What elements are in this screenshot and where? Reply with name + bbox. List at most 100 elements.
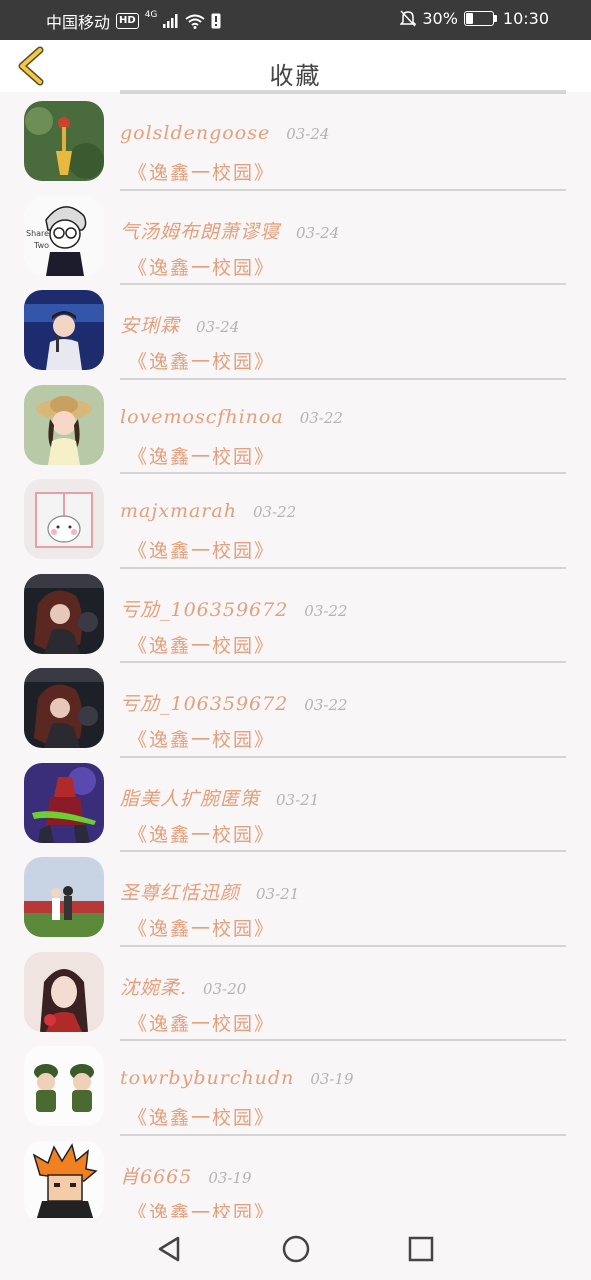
favorite-date: 03-19 [310, 1070, 354, 1088]
avatar[interactable] [24, 951, 104, 1032]
list-item[interactable]: 安琍霖 03-24 《逸鑫一校园》 [0, 285, 591, 380]
system-nav-bar [0, 1218, 591, 1280]
avatar-image [24, 573, 104, 654]
avatar-image [24, 1140, 104, 1218]
list-item[interactable]: 亏劢_106359672 03-22 《逸鑫一校园》 [0, 663, 591, 758]
favorite-title[interactable]: 《逸鑫一校园》 [128, 631, 275, 658]
favorite-title[interactable]: 《逸鑫一校园》 [128, 347, 275, 374]
favorite-title[interactable]: 《逸鑫一校园》 [128, 725, 275, 752]
battery-body [463, 11, 494, 26]
avatar-image [24, 1046, 104, 1126]
favorite-title[interactable]: 《逸鑫一校园》 [128, 820, 275, 847]
list-item[interactable]: 肖6665 03-19 《逸鑫一校园》 [0, 1136, 591, 1219]
user-name: 气汤姆布朗萧谬寝 [120, 220, 281, 243]
name-line: 脂美人扩腕匿策 03-21 [120, 784, 319, 811]
name-line: 亏劢_106359672 03-22 [120, 595, 348, 622]
list-item-text: golsldengoose 03-24 《逸鑫一校园》 [120, 96, 566, 191]
avatar[interactable] [24, 573, 104, 654]
list-item-partial[interactable] [0, 92, 591, 94]
list-item-text: 亏劢_106359672 03-22 《逸鑫一校园》 [120, 569, 566, 663]
list-item[interactable]: majxmarah 03-22 《逸鑫一校园》 [0, 474, 591, 569]
user-name: 脂美人扩腕匿策 [120, 787, 261, 810]
avatar[interactable] [24, 857, 104, 937]
name-line: 肖6665 03-19 [120, 1162, 252, 1189]
list-item-text: 气汤姆布朗萧谬寝 03-24 《逸鑫一校园》 [120, 191, 566, 285]
list-item-text: lovemoscfhinoa 03-22 《逸鑫一校园》 [120, 380, 566, 474]
favorite-title[interactable]: 《逸鑫一校园》 [128, 442, 275, 469]
list-item[interactable]: 圣尊红恬迅颜 03-21 《逸鑫一校园》 [0, 852, 591, 947]
clock: 10:30 [502, 9, 549, 28]
list-item-text: 肖6665 03-19 《逸鑫一校园》 [120, 1136, 566, 1219]
nav-home-button[interactable] [281, 1234, 311, 1264]
list-item[interactable]: towrbyburchudn 03-19 《逸鑫一校园》 [0, 1041, 591, 1136]
favorite-title[interactable]: 《逸鑫一校园》 [128, 536, 275, 563]
favorite-date: 03-22 [304, 696, 348, 714]
favorite-title[interactable]: 《逸鑫一校园》 [128, 158, 275, 185]
list-item-text: 脂美人扩腕匿策 03-21 《逸鑫一校园》 [120, 758, 566, 852]
avatar[interactable] [24, 384, 104, 465]
page-title: 收藏 [269, 62, 322, 90]
favorites-list[interactable]: golsldengoose 03-24 《逸鑫一校园》 Share Two 气汤姆布朗萧谬… [0, 92, 591, 1218]
battery-percent: 30% [422, 9, 458, 28]
carrier-label: 中国移动 [46, 13, 111, 32]
avatar[interactable] [24, 668, 104, 748]
list-item[interactable]: Share Two 气汤姆布朗萧谬寝 03-24 《逸鑫一校园》 [0, 191, 591, 285]
avatar[interactable] [24, 1046, 104, 1126]
avatar-image [24, 951, 104, 1032]
avatar-image [24, 290, 104, 370]
favorite-title[interactable]: 《逸鑫一校园》 [128, 1009, 275, 1036]
user-name: golsldengoose [120, 122, 271, 144]
favorite-title[interactable]: 《逸鑫一校园》 [128, 1198, 275, 1219]
list-item[interactable]: 亏劢_106359672 03-22 《逸鑫一校园》 [0, 569, 591, 663]
hd-badge-icon: HD [116, 13, 139, 29]
list-item-text: 安琍霖 03-24 《逸鑫一校园》 [120, 285, 566, 380]
wifi-icon [185, 14, 206, 29]
name-line: 圣尊红恬迅颜 03-21 [120, 878, 299, 905]
battery-fill [465, 13, 473, 24]
list-item[interactable]: lovemoscfhinoa 03-22 《逸鑫一校园》 [0, 380, 591, 474]
recents-square-icon [408, 1236, 434, 1262]
user-name: 肖6665 [120, 1165, 193, 1188]
avatar[interactable]: Share Two [24, 195, 104, 276]
name-line: lovemoscfhinoa 03-22 [120, 406, 343, 428]
user-name: majxmarah [120, 500, 237, 522]
list-item[interactable]: 脂美人扩腕匿策 03-21 《逸鑫一校园》 [0, 758, 591, 852]
avatar-image [24, 668, 104, 748]
user-name: 亏劢_106359672 [120, 693, 289, 715]
nav-recents-button[interactable] [406, 1234, 436, 1264]
avatar[interactable] [24, 1140, 104, 1218]
avatar[interactable] [24, 762, 104, 843]
user-name: 圣尊红恬迅颜 [120, 882, 241, 904]
svg-text:Two: Two [33, 241, 49, 250]
app-header: 收藏 [0, 40, 591, 92]
favorite-date: 03-24 [296, 223, 340, 242]
avatar[interactable] [24, 479, 104, 559]
nav-back-button[interactable] [154, 1234, 184, 1264]
list-item[interactable]: golsldengoose 03-24 《逸鑫一校园》 [0, 96, 591, 191]
list-item[interactable]: 沈婉柔. 03-20 《逸鑫一校园》 [0, 947, 591, 1041]
favorite-title[interactable]: 《逸鑫一校园》 [128, 1103, 275, 1130]
user-name: 沈婉柔. [120, 976, 188, 999]
favorite-title[interactable]: 《逸鑫一校园》 [128, 914, 275, 941]
battery-icon [463, 11, 497, 26]
favorite-date: 03-24 [196, 318, 240, 336]
user-name: 亏劢_106359672 [120, 598, 289, 621]
avatar-image [24, 101, 104, 181]
status-bar: 中国移动 HD 4G 30% 10:30 [0, 0, 591, 40]
svg-text:Share: Share [26, 229, 49, 238]
avatar-image: Share Two [24, 195, 104, 276]
favorite-date: 03-19 [208, 1168, 252, 1187]
list-item-text: 圣尊红恬迅颜 03-21 《逸鑫一校园》 [120, 852, 566, 947]
avatar-image [24, 762, 104, 843]
avatar[interactable] [24, 290, 104, 370]
battery-tip [493, 15, 497, 22]
avatar-image [24, 479, 104, 559]
avatar[interactable] [24, 101, 104, 181]
user-name: towrbyburchudn [120, 1067, 295, 1089]
favorite-date: 03-24 [286, 125, 330, 143]
sim-alert-icon [211, 13, 221, 29]
list-item-divider [120, 92, 566, 94]
favorite-date: 03-22 [304, 601, 348, 620]
signal-icon [163, 14, 178, 28]
favorite-title[interactable]: 《逸鑫一校园》 [128, 253, 275, 280]
